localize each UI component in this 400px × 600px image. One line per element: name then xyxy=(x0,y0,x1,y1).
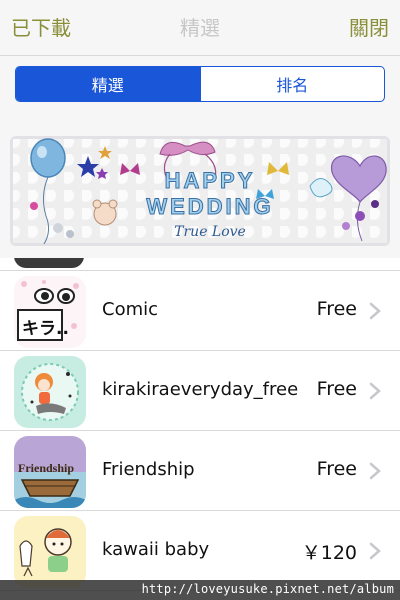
close-button[interactable]: 關閉 xyxy=(349,14,389,42)
app-name: Comic xyxy=(102,299,159,320)
banner-line-wedding: WEDDING xyxy=(146,194,273,219)
kirakira-icon xyxy=(14,356,86,428)
chevron-right-icon xyxy=(369,542,381,560)
app-name: Friendship xyxy=(102,459,195,480)
price-label: Free xyxy=(316,378,357,400)
list-item[interactable]: kawaii baby ￥120 xyxy=(0,511,400,591)
comic-icon-text: キラ.. xyxy=(22,319,69,339)
friendship-icon-text: Friendship xyxy=(18,461,74,475)
chevron-right-icon xyxy=(369,462,381,480)
kawaii-baby-icon xyxy=(14,516,86,588)
app-thumbnail xyxy=(14,258,84,268)
segmented-control: 精選 排名 xyxy=(15,66,385,102)
chevron-right-icon xyxy=(369,382,381,400)
downloaded-button[interactable]: 已下載 xyxy=(11,14,71,42)
tab-ranking[interactable]: 排名 xyxy=(199,67,385,101)
price-label: Free xyxy=(316,458,357,480)
comic-icon: キラ.. xyxy=(14,276,86,348)
banner-illustration: HAPPY WEDDING True Love xyxy=(10,136,390,246)
watermark-url: http://loveyusuke.pixnet.net/album xyxy=(141,582,394,596)
app-name: kirakiraeveryday_free xyxy=(102,379,299,400)
banner-area: HAPPY WEDDING True Love xyxy=(0,116,400,258)
page-title: 精選 xyxy=(180,16,220,40)
banner-line-happy: HAPPY xyxy=(165,168,256,193)
app-list: キラ.. Comic Free kirakiraeveryday_free Fr… xyxy=(0,258,400,600)
navigation-bar: 已下載 精選 關閉 xyxy=(0,0,400,56)
banner-line-true-love: True Love xyxy=(174,224,246,240)
list-item-partial[interactable] xyxy=(0,258,400,271)
chevron-right-icon xyxy=(369,302,381,320)
tab-featured[interactable]: 精選 xyxy=(16,67,200,101)
list-item[interactable]: キラ.. Comic Free xyxy=(0,271,400,351)
list-item[interactable]: Friendship Friendship Free xyxy=(0,431,400,511)
watermark-bar: http://loveyusuke.pixnet.net/album xyxy=(0,580,400,600)
list-item[interactable]: kirakiraeveryday_free Free xyxy=(0,351,400,431)
segmented-control-area: 精選 排名 xyxy=(0,56,400,116)
price-label: ￥120 xyxy=(301,542,357,564)
happy-wedding-banner[interactable]: HAPPY WEDDING True Love xyxy=(10,136,390,246)
friendship-icon: Friendship xyxy=(14,436,86,508)
app-name: kawaii baby xyxy=(102,539,210,560)
price-label: Free xyxy=(316,298,357,320)
